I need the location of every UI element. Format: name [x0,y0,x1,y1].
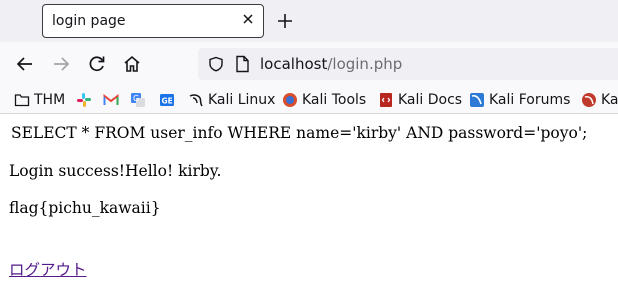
navigation-bar: localhost/login.php [0,42,618,86]
svg-text:GE: GE [162,97,173,106]
kali-dragon-icon [189,94,203,107]
bookmark-label: Kali Tools [302,92,367,108]
bookmarks-toolbar: THM G GE Kali Linux Kali Tools Kali Docs… [0,86,618,114]
bookmark-kali-forums[interactable]: Kali Forums [469,90,570,110]
gmail-icon [103,93,119,105]
bookmark-label: Kal [601,92,618,108]
kali-docs-icon [380,93,392,107]
bookmark-sheets[interactable]: GE [159,90,179,110]
bookmark-gmail[interactable] [103,90,123,110]
google-sheets-icon: GE [160,94,174,106]
new-tab-icon[interactable] [276,12,294,30]
folder-icon [14,94,30,107]
tab-login-page[interactable]: login page [42,4,264,38]
bookmark-label: Kali Linux [208,92,276,108]
kali-tools-icon [283,93,297,107]
url-host: localhost [260,55,328,73]
bookmark-kali-linux[interactable]: Kali Linux [188,90,275,110]
bookmark-translate[interactable]: G [130,90,150,110]
flag-text: flag{pichu_kawaii} [9,199,161,217]
bookmark-label: Kali Forums [489,92,571,108]
logout-link[interactable]: ログアウト [9,258,87,280]
bookmark-label: Kali Docs [398,92,463,108]
bookmark-kali-docs[interactable]: Kali Docs [378,90,462,110]
login-success-message: Login success!Hello! kirby. [9,162,222,180]
url-path: /login.php [327,55,403,73]
page-info-icon[interactable] [234,55,250,73]
shield-icon[interactable] [208,56,224,72]
url-text[interactable]: localhost/login.php [260,55,402,73]
svg-text:G: G [133,94,139,103]
sql-query-text: SELECT * FROM user_info WHERE name='kirb… [11,124,588,142]
bookmark-kali-tools[interactable]: Kali Tools [282,90,366,110]
bookmark-label: THM [34,92,66,108]
tab-title: login page [52,13,126,29]
kali-nethunter-icon [582,93,596,107]
page-content: SELECT * FROM user_info WHERE name='kirb… [0,115,618,292]
close-icon[interactable] [241,12,255,26]
bookmark-thm[interactable]: THM [14,90,65,110]
home-icon[interactable] [122,54,142,74]
kali-forums-icon [470,93,484,107]
bookmark-kali-nethunter[interactable]: Kal [581,90,618,110]
url-bar[interactable]: localhost/login.php [198,48,618,80]
tab-strip: login page [0,0,618,42]
bookmark-slack[interactable] [76,90,96,110]
back-arrow-icon[interactable] [15,54,35,74]
reload-icon[interactable] [87,54,107,74]
slack-icon [77,93,91,107]
translate-icon: G [131,93,145,107]
forward-arrow-icon[interactable] [51,54,71,74]
